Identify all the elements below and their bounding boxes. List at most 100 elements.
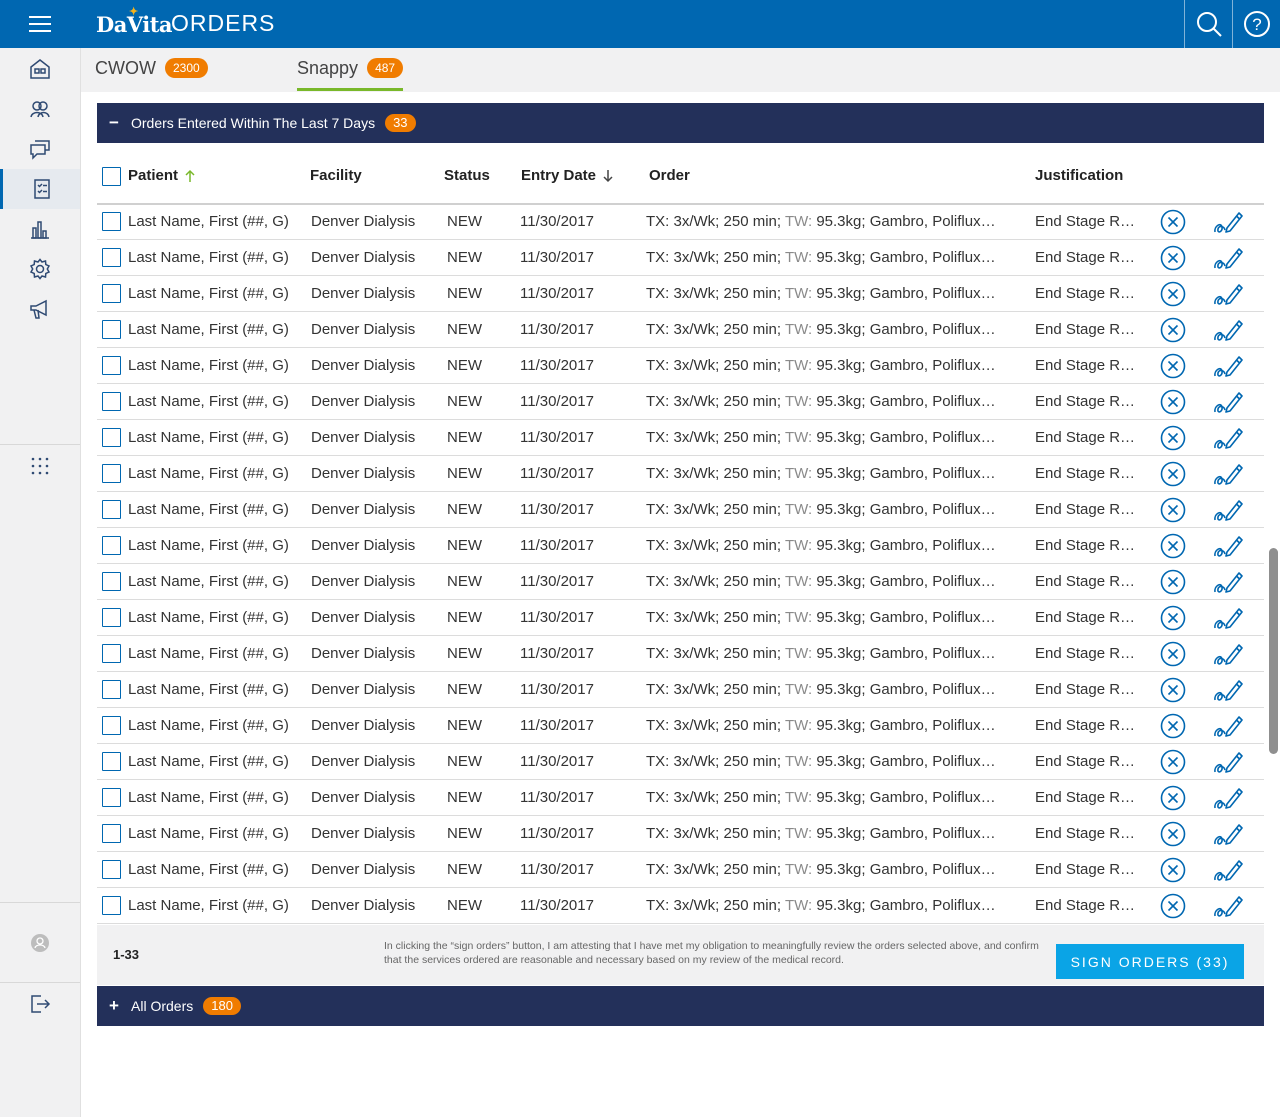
patient-name-cell[interactable]: Last Name, First (##, G) [128, 744, 300, 780]
table-row[interactable]: Last Name, First (##, G) Denver Dialysis N… [97, 420, 1264, 456]
cancel-order-icon[interactable] [1159, 712, 1187, 740]
sign-orders-button[interactable]: SIGN ORDERS (33) [1056, 944, 1244, 979]
order-cell[interactable]: TX: 3x/Wk; 250 min; TW: 95.3kg; Gambro, … [646, 240, 1026, 276]
order-cell[interactable]: TX: 3x/Wk; 250 min; TW: 95.3kg; Gambro, … [646, 708, 1026, 744]
table-row[interactable]: Last Name, First (##, G) Denver Dialysis N… [97, 384, 1264, 420]
column-header-order[interactable]: Order [649, 167, 690, 184]
row-checkbox[interactable] [102, 752, 121, 771]
table-row[interactable]: Last Name, First (##, G) Denver Dialysis N… [97, 456, 1264, 492]
row-checkbox[interactable] [102, 428, 121, 447]
select-all-checkbox[interactable] [102, 167, 121, 186]
sign-order-icon[interactable] [1212, 784, 1244, 812]
sign-order-icon[interactable] [1212, 388, 1244, 416]
patient-name-cell[interactable]: Last Name, First (##, G) [128, 708, 300, 744]
row-checkbox[interactable] [102, 392, 121, 411]
cancel-order-icon[interactable] [1159, 748, 1187, 776]
cancel-order-icon[interactable] [1159, 208, 1187, 236]
row-checkbox[interactable] [102, 500, 121, 519]
sign-order-icon[interactable] [1212, 676, 1244, 704]
column-header-justification[interactable]: Justification [1035, 167, 1123, 184]
row-checkbox[interactable] [102, 212, 121, 231]
cancel-order-icon[interactable] [1159, 856, 1187, 884]
logout-icon[interactable] [0, 984, 80, 1024]
row-checkbox[interactable] [102, 572, 121, 591]
sign-order-icon[interactable] [1212, 496, 1244, 524]
order-cell[interactable]: TX: 3x/Wk; 250 min; TW: 95.3kg; Gambro, … [646, 348, 1026, 384]
user-avatar-icon[interactable] [0, 923, 80, 963]
row-checkbox[interactable] [102, 536, 121, 555]
apps-grid-icon[interactable] [0, 446, 80, 486]
row-checkbox[interactable] [102, 680, 121, 699]
collapse-toggle-icon[interactable]: − [97, 113, 131, 133]
patient-name-cell[interactable]: Last Name, First (##, G) [128, 672, 300, 708]
sign-order-icon[interactable] [1212, 568, 1244, 596]
announcements-megaphone-icon[interactable] [0, 289, 80, 329]
sign-order-icon[interactable] [1212, 280, 1244, 308]
patient-name-cell[interactable]: Last Name, First (##, G) [128, 492, 300, 528]
patient-name-cell[interactable]: Last Name, First (##, G) [128, 240, 300, 276]
sign-order-icon[interactable] [1212, 352, 1244, 380]
settings-gear-icon[interactable] [0, 249, 80, 289]
table-row[interactable]: Last Name, First (##, G) Denver Dialysis N… [97, 888, 1264, 924]
patient-name-cell[interactable]: Last Name, First (##, G) [128, 636, 300, 672]
sign-order-icon[interactable] [1212, 532, 1244, 560]
table-row[interactable]: Last Name, First (##, G) Denver Dialysis N… [97, 816, 1264, 852]
table-row[interactable]: Last Name, First (##, G) Denver Dialysis N… [97, 852, 1264, 888]
row-checkbox[interactable] [102, 356, 121, 375]
sign-order-icon[interactable] [1212, 640, 1244, 668]
order-cell[interactable]: TX: 3x/Wk; 250 min; TW: 95.3kg; Gambro, … [646, 564, 1026, 600]
table-row[interactable]: Last Name, First (##, G) Denver Dialysis N… [97, 312, 1264, 348]
reports-chart-icon[interactable] [0, 209, 80, 249]
row-checkbox[interactable] [102, 788, 121, 807]
order-cell[interactable]: TX: 3x/Wk; 250 min; TW: 95.3kg; Gambro, … [646, 276, 1026, 312]
row-checkbox[interactable] [102, 320, 121, 339]
patient-name-cell[interactable]: Last Name, First (##, G) [128, 888, 300, 924]
order-cell[interactable]: TX: 3x/Wk; 250 min; TW: 95.3kg; Gambro, … [646, 204, 1026, 240]
patient-name-cell[interactable]: Last Name, First (##, G) [128, 384, 300, 420]
cancel-order-icon[interactable] [1159, 460, 1187, 488]
order-cell[interactable]: TX: 3x/Wk; 250 min; TW: 95.3kg; Gambro, … [646, 636, 1026, 672]
order-cell[interactable]: TX: 3x/Wk; 250 min; TW: 95.3kg; Gambro, … [646, 420, 1026, 456]
sign-order-icon[interactable] [1212, 856, 1244, 884]
patient-name-cell[interactable]: Last Name, First (##, G) [128, 204, 300, 240]
row-checkbox[interactable] [102, 716, 121, 735]
patient-name-cell[interactable]: Last Name, First (##, G) [128, 348, 300, 384]
order-cell[interactable]: TX: 3x/Wk; 250 min; TW: 95.3kg; Gambro, … [646, 600, 1026, 636]
menu-hamburger-icon[interactable] [0, 0, 80, 48]
order-cell[interactable]: TX: 3x/Wk; 250 min; TW: 95.3kg; Gambro, … [646, 456, 1026, 492]
row-checkbox[interactable] [102, 860, 121, 879]
expand-toggle-icon[interactable]: + [97, 996, 131, 1016]
patient-name-cell[interactable]: Last Name, First (##, G) [128, 816, 300, 852]
cancel-order-icon[interactable] [1159, 388, 1187, 416]
sign-order-icon[interactable] [1212, 712, 1244, 740]
patient-name-cell[interactable]: Last Name, First (##, G) [128, 780, 300, 816]
patient-name-cell[interactable]: Last Name, First (##, G) [128, 276, 300, 312]
cancel-order-icon[interactable] [1159, 604, 1187, 632]
sign-order-icon[interactable] [1212, 748, 1244, 776]
table-row[interactable]: Last Name, First (##, G) Denver Dialysis N… [97, 672, 1264, 708]
cancel-order-icon[interactable] [1159, 244, 1187, 272]
table-row[interactable]: Last Name, First (##, G) Denver Dialysis N… [97, 240, 1264, 276]
patient-name-cell[interactable]: Last Name, First (##, G) [128, 600, 300, 636]
tab-snappy[interactable]: Snappy 487 [297, 48, 404, 91]
cancel-order-icon[interactable] [1159, 640, 1187, 668]
patient-name-cell[interactable]: Last Name, First (##, G) [128, 852, 300, 888]
cancel-order-icon[interactable] [1159, 280, 1187, 308]
table-row[interactable]: Last Name, First (##, G) Denver Dialysis N… [97, 600, 1264, 636]
order-cell[interactable]: TX: 3x/Wk; 250 min; TW: 95.3kg; Gambro, … [646, 492, 1026, 528]
sign-order-icon[interactable] [1212, 892, 1244, 920]
cancel-order-icon[interactable] [1159, 424, 1187, 452]
sign-order-icon[interactable] [1212, 460, 1244, 488]
row-checkbox[interactable] [102, 824, 121, 843]
table-row[interactable]: Last Name, First (##, G) Denver Dialysis N… [97, 528, 1264, 564]
patient-name-cell[interactable]: Last Name, First (##, G) [128, 456, 300, 492]
table-row[interactable]: Last Name, First (##, G) Denver Dialysis N… [97, 780, 1264, 816]
cancel-order-icon[interactable] [1159, 676, 1187, 704]
patient-name-cell[interactable]: Last Name, First (##, G) [128, 420, 300, 456]
row-checkbox[interactable] [102, 608, 121, 627]
table-row[interactable]: Last Name, First (##, G) Denver Dialysis N… [97, 708, 1264, 744]
column-header-entry-date[interactable]: Entry Date [521, 167, 614, 184]
cancel-order-icon[interactable] [1159, 568, 1187, 596]
cancel-order-icon[interactable] [1159, 820, 1187, 848]
column-header-status[interactable]: Status [444, 167, 490, 184]
